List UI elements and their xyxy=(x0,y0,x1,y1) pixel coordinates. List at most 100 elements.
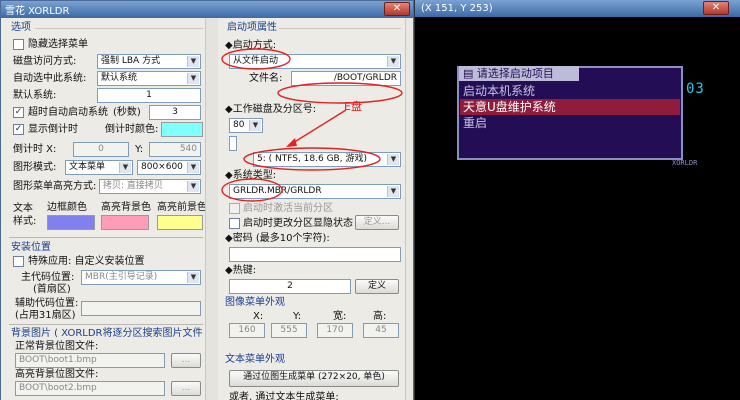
countdown-x-input[interactable]: 0 xyxy=(73,142,129,157)
diamond-icon: ◆ xyxy=(225,104,233,115)
chevron-down-icon: ▼ xyxy=(119,162,131,173)
boot-props-title: 启动项属性 xyxy=(227,22,277,33)
close-button[interactable]: ✕ xyxy=(384,2,410,16)
activate-partition-checkbox[interactable] xyxy=(229,203,240,214)
hide-menu-checkbox[interactable] xyxy=(13,39,24,50)
main-code-sub: (首扇区) xyxy=(33,284,71,295)
timeout-input[interactable]: 3 xyxy=(149,105,201,120)
chevron-down-icon: ▼ xyxy=(249,120,261,131)
auto-select-value: 默认系统 xyxy=(101,73,138,83)
password-input[interactable] xyxy=(229,247,401,262)
config-window-titlebar[interactable]: 雪花 XORLDR xyxy=(1,1,413,18)
bg-section-title: 背景图片 ( XORLDR将逐分区搜索图片文件 ) xyxy=(11,328,210,339)
border-color-swatch[interactable] xyxy=(47,215,95,230)
diamond-icon: ◆ xyxy=(225,170,233,181)
chevron-down-icon: ▼ xyxy=(387,186,399,197)
boot-method-select[interactable]: 从文件启动 ▼ xyxy=(229,54,401,69)
config-window: 雪花 XORLDR ✕ 选项 隐藏选择菜单 磁盘访问方式: 强制 LBA 方式 ▼… xyxy=(0,0,414,400)
boot-menu-item[interactable]: 重启 xyxy=(460,115,680,131)
disk-type-select[interactable] xyxy=(229,136,237,151)
system-type-select[interactable]: GRLDR.MBR/GRLDR ▼ xyxy=(229,184,401,199)
normal-bg-browse-button[interactable]: ... xyxy=(171,353,201,368)
default-system-input[interactable]: 1 xyxy=(97,88,201,103)
system-type-text: 系统类型: xyxy=(232,170,277,181)
disk-access-label: 磁盘访问方式: xyxy=(13,56,77,67)
special-app-checkbox[interactable] xyxy=(13,256,24,267)
menu-icon: ▤ xyxy=(463,67,477,80)
boot-method-text: 启动方式: xyxy=(232,40,277,51)
graphic-mode-label: 图形模式: xyxy=(13,162,57,173)
graphic-mode-value: 文本菜单 xyxy=(69,162,106,172)
define-hotkey-button[interactable]: 定义 xyxy=(355,279,399,294)
main-code-select[interactable]: MBR(主引导记录) ▼ xyxy=(81,270,201,285)
normal-bg-input[interactable]: BOOT\boot1.bmp xyxy=(15,353,165,368)
disk-number-value: 80 xyxy=(233,120,245,130)
or-text: 或者, 通过文本生成菜单: xyxy=(229,392,339,400)
text-style-label: 文本样式: xyxy=(13,203,37,227)
boot-menu-header: ▤ 请选择启动项目 xyxy=(459,66,579,81)
countdown-color-swatch[interactable] xyxy=(161,122,203,137)
auto-select-select[interactable]: 默认系统 ▼ xyxy=(97,71,201,86)
show-countdown-checkbox[interactable]: ✓ xyxy=(13,124,24,135)
hl-bg-label: 高亮背景色 xyxy=(101,202,151,213)
default-system-label: 默认系统: xyxy=(13,90,57,101)
resolution-value: 800×600 xyxy=(141,162,183,172)
highlight-mode-select[interactable]: 拷贝: 直接拷贝 ▼ xyxy=(99,179,201,194)
img-x-label: X: xyxy=(253,311,264,322)
disk-number-select[interactable]: 80 ▼ xyxy=(229,118,263,133)
countdown-x-label: 倒计时 X: xyxy=(13,144,57,155)
countdown-y-input[interactable]: 540 xyxy=(149,142,201,157)
disk-access-select[interactable]: 强制 LBA 方式 ▼ xyxy=(97,54,201,69)
work-disk-text: 工作磁盘及分区号: xyxy=(232,104,317,115)
boot-props-divider xyxy=(279,28,401,29)
timeout-checkbox[interactable]: ✓ xyxy=(13,107,24,118)
chevron-down-icon: ▼ xyxy=(387,56,399,67)
divider xyxy=(9,237,203,238)
border-color-label: 边框颜色 xyxy=(47,202,87,213)
define-button-disabled[interactable]: 定义... xyxy=(355,215,399,230)
file-name-input[interactable]: /BOOT/GRLDR xyxy=(291,71,401,86)
hl-fg-swatch[interactable] xyxy=(157,215,203,230)
hotkey-input[interactable]: 2 xyxy=(229,279,351,294)
preview-close-button[interactable]: ✕ xyxy=(703,1,729,15)
boot-menu-item[interactable]: 启动本机系统 xyxy=(460,83,680,99)
chevron-down-icon: ▼ xyxy=(387,154,399,165)
graphic-mode-select[interactable]: 文本菜单 ▼ xyxy=(65,160,133,175)
window-title: 雪花 XORLDR xyxy=(5,6,70,17)
hl-bg-file-label: 高亮背景位图文件: xyxy=(15,369,99,380)
hl-bg-swatch[interactable] xyxy=(101,215,149,230)
hotkey-label: ◆热键: xyxy=(225,264,256,277)
img-h-label: 高: xyxy=(373,311,387,322)
aux-code-input[interactable] xyxy=(81,301,201,316)
main-code-value: MBR(主引导记录) xyxy=(85,272,158,282)
hotkey-text: 热键: xyxy=(232,265,257,276)
change-hide-checkbox[interactable] xyxy=(229,218,240,229)
show-countdown-label: 显示倒计时 xyxy=(28,124,78,135)
partition-select[interactable]: 5: ( NTFS, 18.6 GB, 游戏) ▼ xyxy=(253,152,401,167)
img-x-input[interactable]: 160 xyxy=(229,323,265,338)
options-section-title: 选项 xyxy=(11,22,31,33)
chevron-down-icon: ▼ xyxy=(187,73,199,84)
right-scrollbar[interactable] xyxy=(405,18,413,400)
gen-text-menu-button[interactable]: 通过位图生成菜单 (272×20, 单色) xyxy=(229,370,399,387)
boot-menu-item-selected[interactable]: 天意U盘维护系统 xyxy=(460,99,680,115)
text-menu-title: 文本菜单外观 xyxy=(225,354,285,365)
system-type-label: ◆系统类型: xyxy=(225,169,276,182)
chevron-down-icon: ▼ xyxy=(187,56,199,67)
img-w-input[interactable]: 170 xyxy=(317,323,353,338)
aux-code-sub: (占用31扇区) xyxy=(15,310,76,321)
hl-bg-file-input[interactable]: BOOT\boot2.bmp xyxy=(15,381,165,396)
highlight-mode-value: 拷贝: 直接拷贝 xyxy=(103,181,163,191)
preview-titlebar[interactable]: (X 151, Y 253) xyxy=(415,0,740,17)
img-y-input[interactable]: 555 xyxy=(271,323,307,338)
countdown-display: 03 xyxy=(686,81,705,97)
img-y-label: Y: xyxy=(293,311,302,322)
resolution-select[interactable]: 800×600 ▼ xyxy=(137,160,201,175)
chevron-down-icon: ▼ xyxy=(187,181,199,192)
hide-menu-label: 隐藏选择菜单 xyxy=(28,39,88,50)
divider xyxy=(9,324,203,325)
hl-fg-label: 高亮前景色 xyxy=(157,202,207,213)
img-h-input[interactable]: 45 xyxy=(363,323,399,338)
left-scrollbar[interactable] xyxy=(205,18,218,400)
hl-bg-browse-button[interactable]: ... xyxy=(171,381,201,396)
